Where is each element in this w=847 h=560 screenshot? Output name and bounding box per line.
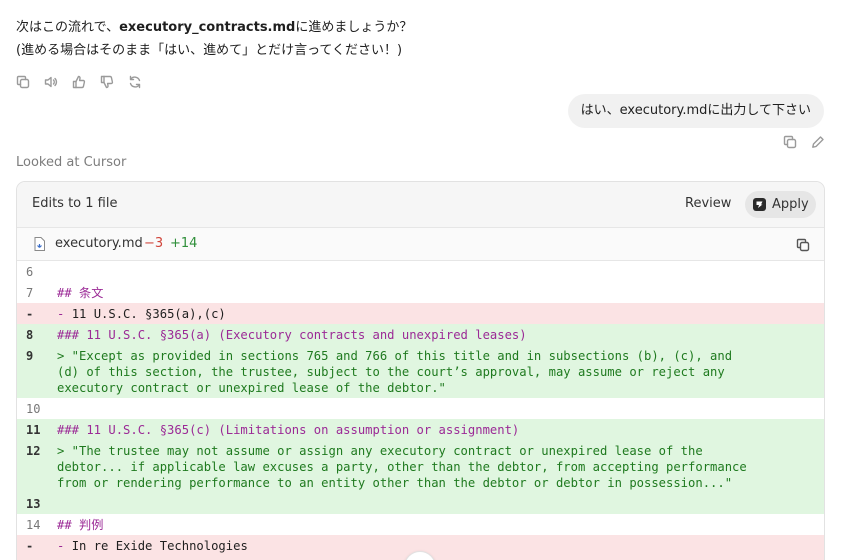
diff-line-add: 12 > "The trustee may not assume or assig… <box>17 440 824 493</box>
edit-pencil-icon[interactable] <box>811 135 825 149</box>
diff-line-add: 11 ### 11 U.S.C. §365(c) (Limitations on … <box>17 419 824 440</box>
diff-code: > "Except as provided in sections 765 an… <box>57 349 733 395</box>
diff-line-ctx: 10 <box>17 398 824 419</box>
diff-line-ctx: 6 <box>17 261 824 282</box>
diff-gutter-number: 13 <box>26 497 41 511</box>
diff-line-ctx: 14 ## 判例 <box>17 514 824 535</box>
tool-status-text: Looked at Cursor <box>16 155 127 170</box>
addition-count: +14 <box>170 236 198 251</box>
file-name[interactable]: executory.md <box>55 236 143 251</box>
diff-line-add: 13 <box>17 493 824 514</box>
user-message-actions <box>783 135 825 149</box>
diff-gutter-number: 10 <box>26 402 41 416</box>
message-bold-filename: executory_contracts.md <box>119 20 296 35</box>
edits-card: Edits to 1 file Review Apply executory.m… <box>16 181 825 560</box>
diff-code: - 11 U.S.C. §365(a),(c) <box>57 307 226 321</box>
diff-gutter-number: 9 <box>26 349 34 363</box>
message-text: に進めましょうか？ <box>295 20 413 35</box>
edits-title: Edits to 1 file <box>32 196 118 211</box>
file-header: executory.md −3 +14 <box>17 228 824 261</box>
diff-gutter-number: 7 <box>26 286 34 300</box>
diff-code: > "The trustee may not assume or assign … <box>57 444 747 490</box>
thumbs-up-icon[interactable] <box>72 75 86 89</box>
message-text: 次はこの流れで、 <box>16 20 120 35</box>
diff-code: ## 判例 <box>57 518 104 532</box>
deletion-count: −3 <box>144 236 164 251</box>
diff-gutter-number: 14 <box>26 518 41 532</box>
apply-icon <box>753 198 766 211</box>
user-message-bubble: はい、executory.mdに出力して下さい <box>567 94 824 128</box>
assistant-message-line-2: (進める場合はそのまま「はい、進めて」とだけ言ってください！) <box>16 43 403 58</box>
diff-code: ### 11 U.S.C. §365(c) (Limitations on as… <box>57 423 520 437</box>
diff-line-del: - - 11 U.S.C. §365(a),(c) <box>17 303 824 324</box>
diff-gutter-number: 11 <box>26 423 41 437</box>
apply-label: Apply <box>772 197 809 212</box>
diff-gutter-number: 12 <box>26 444 41 458</box>
copy-icon[interactable] <box>16 75 30 89</box>
diff-code: - In re Exide Technologies <box>57 539 248 553</box>
speaker-icon[interactable] <box>44 75 58 89</box>
diff-view[interactable]: 6 7 ## 条文 - - 11 U.S.C. §365(a),(c) 8 ### 11 U… <box>17 261 824 560</box>
markdown-file-icon <box>34 237 45 251</box>
edits-card-header: Edits to 1 file Review Apply <box>17 182 824 228</box>
copy-icon[interactable] <box>783 135 797 149</box>
diff-gutter-number: - <box>26 539 34 553</box>
assistant-message-line-1: 次はこの流れで、executory_contracts.mdに進めましょうか？ <box>16 19 412 37</box>
diff-gutter-number: 6 <box>26 265 34 279</box>
diff-gutter-number: - <box>26 307 34 321</box>
diff-gutter-number: 8 <box>26 328 34 342</box>
refresh-icon[interactable] <box>128 75 142 89</box>
assistant-message-actions <box>16 75 142 89</box>
diff-line-ctx: 7 ## 条文 <box>17 282 824 303</box>
thumbs-down-icon[interactable] <box>100 75 114 89</box>
diff-line-add: 8 ### 11 U.S.C. §365(a) (Executory contra… <box>17 324 824 345</box>
diff-line-add: 9 > "Except as provided in sections 765 a… <box>17 345 824 398</box>
diff-code: ## 条文 <box>57 286 104 300</box>
copy-icon[interactable] <box>796 237 810 252</box>
diff-code: ### 11 U.S.C. §365(a) (Executory contrac… <box>57 328 527 342</box>
review-button[interactable]: Review <box>685 196 731 211</box>
apply-button[interactable]: Apply <box>745 191 816 218</box>
